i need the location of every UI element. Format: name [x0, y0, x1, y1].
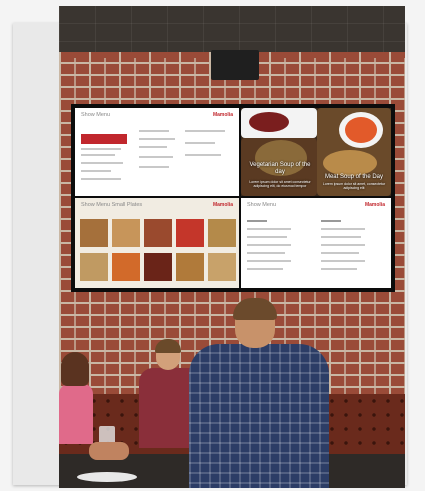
subcaption-meat: Lorem ipsum dolor sit amet, consectetur …	[322, 182, 386, 191]
menu-panel-bottom-right: Show Menu Mamolia	[241, 198, 391, 288]
subcaption-vegetarian: Lorem ipsum dolor sit amet consectetur a…	[249, 180, 311, 189]
person-man-plaid-shirt	[189, 344, 329, 488]
dish-tile	[175, 218, 205, 248]
person-woman	[59, 384, 93, 444]
menu-line	[321, 260, 365, 262]
menu-panel-bottom-left: Show Menu Small Plates Mamolia	[75, 198, 239, 288]
hand	[89, 442, 129, 460]
menu-line	[247, 220, 267, 222]
menu-line	[247, 228, 291, 230]
dish-tile	[175, 252, 205, 282]
menu-line	[185, 142, 215, 144]
dish-tile	[79, 252, 109, 282]
menu-line	[81, 170, 111, 172]
dish-tile	[143, 252, 173, 282]
digital-menu-board: Show Menu Mamolia Vegetarian Soup of the…	[71, 104, 395, 292]
highlight-bar	[81, 134, 127, 144]
menu-line	[247, 236, 287, 238]
ceiling	[59, 6, 405, 52]
dish	[249, 112, 289, 132]
menu-line	[247, 260, 291, 262]
menu-title: Show Menu Small Plates	[81, 202, 143, 208]
menu-line	[81, 154, 115, 156]
menu-line	[139, 146, 167, 148]
menu-line	[321, 236, 361, 238]
menu-line	[321, 244, 365, 246]
menu-line	[139, 130, 169, 132]
menu-line	[247, 268, 283, 270]
menu-line	[247, 252, 285, 254]
person-woman-hair	[61, 352, 89, 386]
brand-logo: Mamolia	[212, 202, 233, 208]
dish-tile	[143, 218, 173, 248]
menu-title: Show Menu	[81, 112, 111, 118]
menu-line	[139, 138, 175, 140]
dish-tile	[111, 252, 141, 282]
soup	[345, 117, 377, 143]
menu-line	[81, 148, 121, 150]
menu-line	[321, 220, 341, 222]
dish-tile	[111, 218, 141, 248]
plate	[77, 472, 137, 482]
caption-vegetarian: Vegetarian Soup of the day	[249, 162, 311, 176]
menu-panel-top-left: Show Menu Mamolia	[75, 108, 239, 196]
dish-tile	[79, 218, 109, 248]
menu-panel-top-right: Vegetarian Soup of the day Lorem ipsum d…	[241, 108, 391, 196]
ceiling-speaker	[211, 50, 259, 80]
menu-line	[185, 154, 221, 156]
menu-line	[321, 252, 359, 254]
dish-tile	[207, 218, 237, 248]
menu-line	[321, 228, 365, 230]
menu-line	[139, 166, 169, 168]
caption-meat: Meat Soup of the Day	[324, 174, 384, 180]
person-man-plaid-shirt-hair	[233, 298, 277, 320]
menu-line	[185, 130, 225, 132]
menu-line	[247, 244, 291, 246]
brand-logo: Mamolia	[364, 202, 385, 208]
dish-tile	[207, 252, 237, 282]
menu-title: Show Menu	[247, 202, 277, 208]
menu-line	[81, 162, 123, 164]
bread	[323, 150, 377, 176]
menu-line	[81, 178, 121, 180]
restaurant-photo: Show Menu Mamolia Vegetarian Soup of the…	[59, 6, 405, 488]
menu-line	[321, 268, 357, 270]
menu-line	[139, 156, 173, 158]
brand-logo: Mamolia	[212, 112, 233, 118]
